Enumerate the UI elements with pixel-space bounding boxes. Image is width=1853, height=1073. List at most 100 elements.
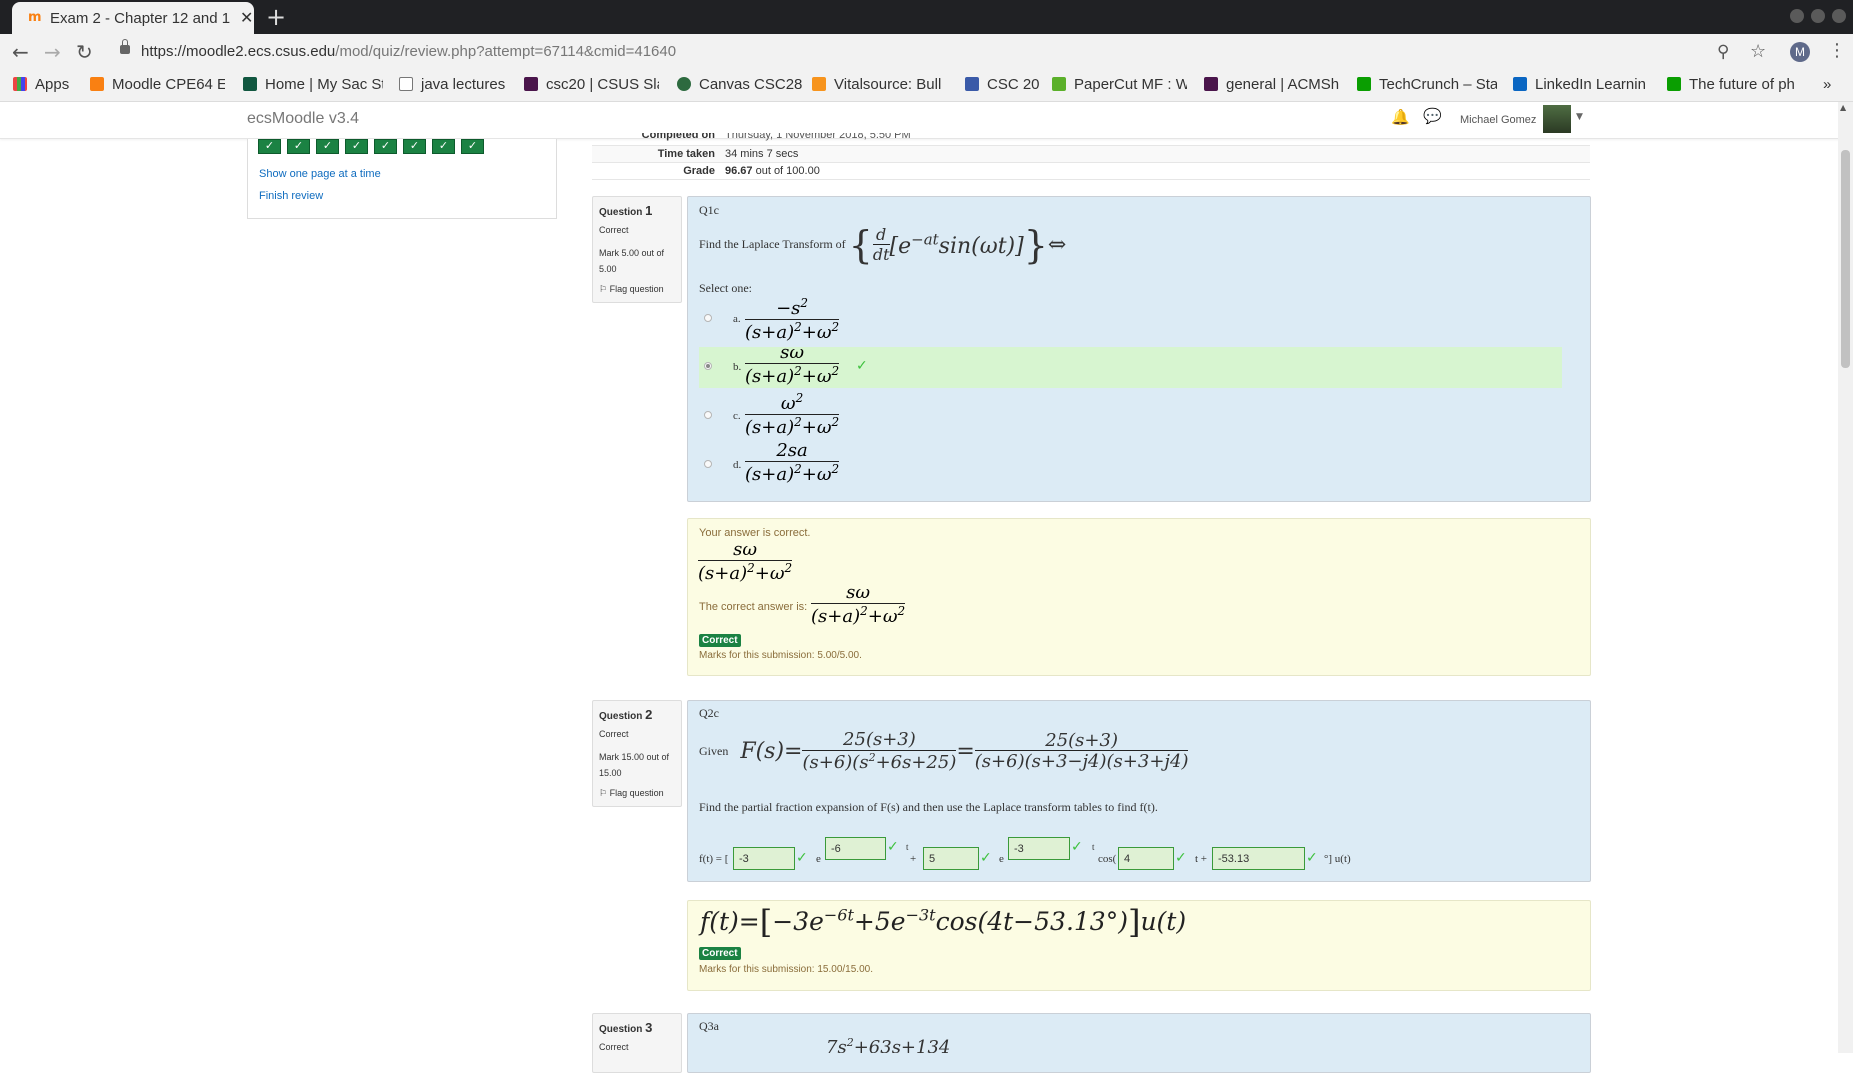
- option-d-formula[interactable]: 2sa (s+a)2+ω2: [745, 441, 840, 485]
- answer-input-coefficient-1[interactable]: [733, 847, 795, 870]
- piazza-icon: [965, 77, 979, 91]
- bookmark-techcrunch[interactable]: TechCrunch – Sta: [1357, 76, 1497, 96]
- correct-answer-formula: sω (s+a)2+ω2: [811, 582, 906, 627]
- bookmark-mysac[interactable]: Home | My Sac St: [243, 76, 383, 96]
- ft-label: f(t) = [: [699, 853, 729, 865]
- laplace-expression: [e−atsin(ωt)]: [889, 230, 1024, 260]
- question-2-state: Correct: [599, 729, 629, 739]
- option-c-formula[interactable]: ω2 (s+a)2+ω2: [745, 391, 840, 438]
- answer-input-exponent-1[interactable]: [825, 837, 886, 860]
- quiz-nav-question-button[interactable]: ✓: [374, 139, 397, 154]
- quiz-nav-question-button[interactable]: ✓: [432, 139, 455, 154]
- bookmark-acm-slack[interactable]: general | ACMSh: [1204, 76, 1339, 96]
- bookmarks-overflow[interactable]: »: [1823, 76, 1831, 96]
- finish-review-link[interactable]: Finish review: [259, 190, 323, 202]
- sac-state-icon: [243, 77, 257, 91]
- profile-avatar[interactable]: M: [1790, 42, 1810, 62]
- correct-badge: Correct: [699, 947, 741, 960]
- bookmark-csc20-slack[interactable]: csc20 | CSUS Slac: [524, 76, 659, 96]
- bookmark-linkedin-learning[interactable]: LinkedIn Learnin: [1513, 76, 1658, 96]
- quiz-nav-question-button[interactable]: ✓: [403, 139, 426, 154]
- bookmark-java-lectures[interactable]: java lectures: [399, 76, 509, 96]
- messages-icon[interactable]: 💬: [1423, 107, 1442, 125]
- question-1-number: Question 1: [599, 203, 653, 218]
- quiz-nav-question-button[interactable]: ✓: [258, 139, 281, 154]
- grade-value: 96.67 out of 100.00: [725, 165, 820, 177]
- quiz-nav-question-button[interactable]: ✓: [461, 139, 484, 154]
- address-bar[interactable]: https://moodle2.ecs.csus.edu/mod/quiz/re…: [141, 43, 676, 60]
- scroll-up-icon[interactable]: ▲: [1840, 103, 1846, 112]
- option-c-radio[interactable]: [704, 411, 712, 419]
- answer-input-phase[interactable]: [1212, 847, 1305, 870]
- correct-check-icon: ✓: [887, 839, 899, 855]
- correct-check-icon: ✓: [1071, 839, 1083, 855]
- question-3-number: Question 3: [599, 1020, 653, 1035]
- scrollbar-thumb[interactable]: [1841, 150, 1850, 368]
- notifications-bell-icon[interactable]: 🔔: [1391, 108, 1410, 126]
- quiz-nav-question-button[interactable]: ✓: [345, 139, 368, 154]
- show-one-page-link[interactable]: Show one page at a time: [259, 168, 381, 180]
- option-a-radio[interactable]: [704, 314, 712, 322]
- question-2-instruction: Find the partial fraction expansion of F…: [699, 800, 1158, 814]
- bookmark-canvas[interactable]: Canvas CSC28: [677, 76, 802, 96]
- menu-kebab-icon[interactable]: ⋮: [1828, 40, 1846, 61]
- bookmark-future[interactable]: The future of ph: [1667, 76, 1827, 96]
- question-1-info: Question 1 Correct Mark 5.00 out of 5.00…: [592, 196, 682, 303]
- user-avatar[interactable]: [1543, 105, 1571, 133]
- exp-t-label-2: t: [1092, 842, 1095, 852]
- quiz-nav-question-button[interactable]: ✓: [316, 139, 339, 154]
- question-2-flag[interactable]: ⚐ Flag question: [599, 788, 681, 799]
- question-1-state: Correct: [599, 225, 629, 235]
- user-name[interactable]: Michael Gomez: [1460, 114, 1536, 126]
- site-brand[interactable]: ecsMoodle v3.4: [247, 110, 359, 128]
- bookmark-moodle[interactable]: Moodle CPE64 E: [90, 76, 225, 96]
- bookmark-csc20[interactable]: CSC 20: [965, 76, 1050, 96]
- minimize-window-icon[interactable]: [1790, 9, 1804, 23]
- equivalence-symbol: ⇔: [1047, 232, 1067, 258]
- summary-row-grade: Grade 96.67 out of 100.00: [592, 163, 1590, 180]
- select-one-label: Select one:: [699, 281, 752, 295]
- bookmark-vitalsource[interactable]: Vitalsource: Bull: [812, 76, 947, 96]
- bookmark-star-icon[interactable]: ☆: [1750, 41, 1766, 62]
- forward-icon[interactable]: →: [44, 40, 61, 64]
- answer-input-coefficient-2[interactable]: [923, 847, 979, 870]
- option-a-formula[interactable]: −s2 (s+a)2+ω2: [745, 296, 840, 343]
- answer-input-frequency[interactable]: [1118, 847, 1174, 870]
- zoom-icon[interactable]: ⚲: [1717, 42, 1729, 62]
- question-1-flag[interactable]: ⚐ Flag question: [599, 284, 681, 295]
- answer-input-exponent-2[interactable]: [1008, 837, 1070, 860]
- summary-row-time: Time taken 34 mins 7 secs: [592, 146, 1590, 163]
- option-b-formula[interactable]: sω (s+a)2+ω2: [745, 343, 840, 387]
- question-2-info: Question 2 Correct Mark 15.00 out of 15.…: [592, 700, 682, 807]
- completed-value: Thursday, 1 November 2018, 5:50 PM: [725, 133, 911, 141]
- back-icon[interactable]: ←: [12, 40, 29, 64]
- quiz-nav-question-button[interactable]: ✓: [287, 139, 310, 154]
- plus-label: +: [910, 853, 917, 865]
- correct-check-icon: ✓: [980, 850, 992, 866]
- user-menu-chevron-icon[interactable]: ▼: [1576, 112, 1583, 122]
- maximize-window-icon[interactable]: [1811, 9, 1825, 23]
- close-window-icon[interactable]: [1832, 9, 1846, 23]
- correct-check-icon: ✓: [1175, 850, 1187, 866]
- url-host: https://moodle2.ecs.csus.edu: [141, 43, 336, 60]
- correct-answer-label: The correct answer is:: [699, 601, 808, 613]
- feedback-ft-formula: f(t)=[−3e−6t+5e−3tcos(4t−53.13°)]u(t): [700, 903, 1187, 941]
- marks-for-submission: Marks for this submission: 15.00/15.00.: [699, 964, 873, 975]
- question-2-number: Question 2: [599, 707, 653, 722]
- page-icon: [399, 77, 413, 91]
- bookmark-papercut[interactable]: PaperCut MF : W: [1052, 76, 1187, 96]
- question-3-name: Q3a: [699, 1019, 719, 1033]
- reload-icon[interactable]: ↻: [76, 40, 93, 64]
- new-tab-icon[interactable]: +: [266, 3, 286, 31]
- exp-e-label-1: e: [816, 853, 821, 865]
- completed-label: Completed on: [641, 133, 715, 141]
- option-b-label: b.: [733, 361, 742, 373]
- question-1-prompt: Find the Laplace Transform of {d dt [e−ats…: [699, 223, 1067, 267]
- bookmark-apps[interactable]: Apps: [13, 76, 69, 96]
- option-d-radio[interactable]: [704, 460, 712, 468]
- option-b-radio[interactable]: [704, 362, 712, 370]
- exp-t-label-1: t: [906, 842, 909, 852]
- browser-tab[interactable]: m Exam 2 - Chapter 12 and 1 ✕: [12, 2, 254, 34]
- close-tab-icon[interactable]: ✕: [240, 8, 253, 27]
- question-1-mark: Mark 5.00 out of 5.00: [599, 248, 665, 274]
